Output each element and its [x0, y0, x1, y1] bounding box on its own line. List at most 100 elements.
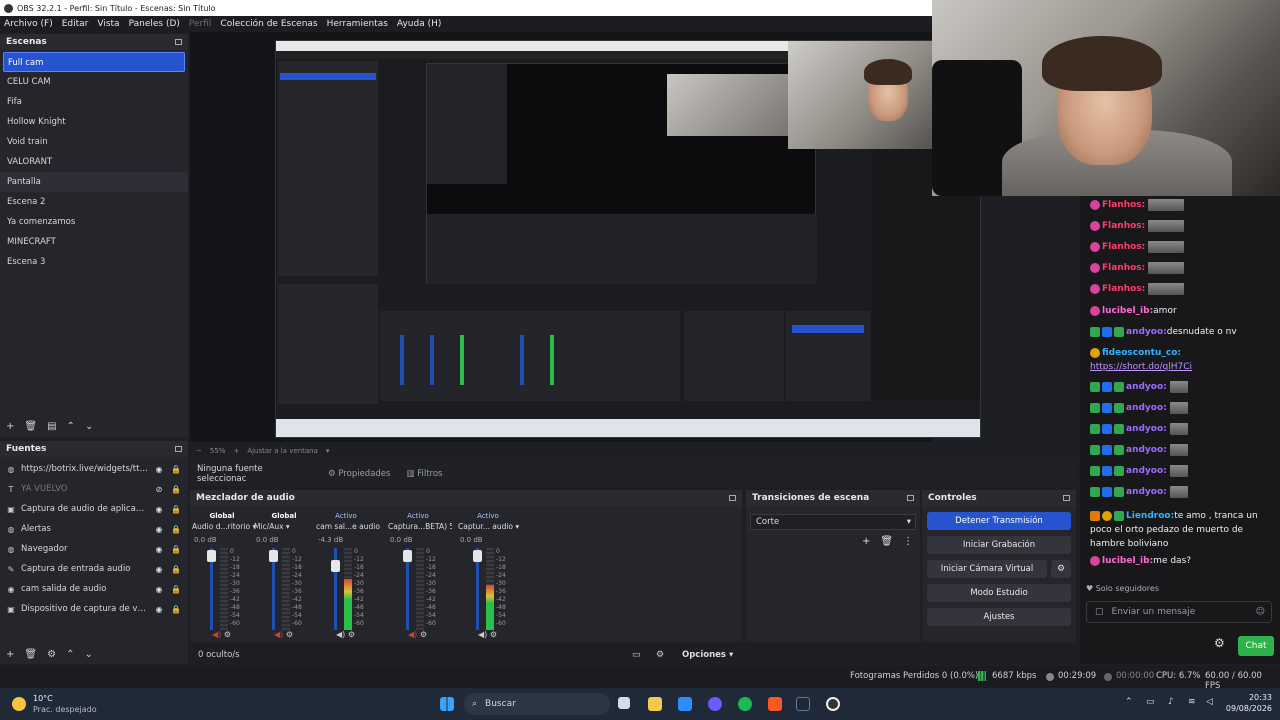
undock-icon[interactable]	[1063, 495, 1070, 501]
emoji-icon[interactable]: ☺	[1256, 607, 1265, 617]
network-icon[interactable]: ▭	[1146, 697, 1155, 707]
options-button[interactable]: Opciones ▾	[682, 650, 733, 660]
scene-item[interactable]: Escena 3	[0, 252, 188, 272]
control-button[interactable]: Iniciar Cámara Virtual	[927, 560, 1047, 578]
scene-item[interactable]: MINECRAFT	[0, 232, 188, 252]
green-badge-icon[interactable]	[1090, 486, 1100, 497]
lock-icon[interactable]: 🔒	[170, 525, 182, 534]
speaker-icon[interactable]: ◀)	[336, 630, 345, 639]
tray-chevron-icon[interactable]: ⌃	[1125, 697, 1133, 707]
source-item[interactable]: T YA VUELVO ⊘ 🔒	[0, 479, 188, 499]
obs-taskbar-icon[interactable]	[826, 697, 840, 711]
blue-badge-icon[interactable]	[1102, 326, 1112, 337]
scene-item[interactable]: Fifa	[0, 92, 188, 112]
lock-icon[interactable]: 🔒	[170, 545, 182, 554]
muted-speaker-icon[interactable]: ◀)	[408, 630, 417, 639]
wifi-icon[interactable]: ≋	[1188, 697, 1196, 707]
green-badge-icon[interactable]	[1114, 510, 1124, 521]
add-scene-button[interactable]: +	[6, 421, 14, 432]
steam-icon[interactable]	[796, 697, 810, 711]
mixer-settings-icon[interactable]: ⚙	[656, 650, 664, 660]
source-item[interactable]: ▣ Dispositivo de captura de video ◉ 🔒	[0, 599, 188, 619]
chat-username[interactable]: Flanhos:	[1102, 200, 1145, 210]
chat-username[interactable]: Flanhos:	[1102, 221, 1145, 231]
gold-badge-icon[interactable]	[1090, 347, 1100, 358]
pink-badge-icon[interactable]	[1090, 199, 1100, 210]
undock-icon[interactable]	[729, 495, 736, 501]
orange-badge-icon[interactable]	[1090, 510, 1100, 521]
source-item[interactable]: ◍ https://botrix.live/widgets/tts/? ◉ 🔒	[0, 459, 188, 479]
chat-button[interactable]: Chat	[1238, 636, 1274, 656]
lock-icon[interactable]: 🔒	[170, 485, 182, 494]
taskbar-search[interactable]: ⌕ Buscar	[464, 693, 610, 715]
menu-item[interactable]: Ayuda (H)	[397, 19, 441, 29]
scene-item[interactable]: CELU CAM	[0, 72, 188, 92]
eye-icon[interactable]: ◉	[153, 585, 165, 594]
chat-username[interactable]: lucibel_ib:	[1102, 556, 1153, 566]
gear-icon[interactable]: ⚙	[487, 630, 497, 639]
remove-transition-icon[interactable]: 🗑	[880, 536, 893, 547]
control-button[interactable]: Ajustes	[927, 608, 1071, 626]
green-badge-icon[interactable]	[1114, 465, 1124, 476]
source-item[interactable]: ▣ Captura de audio de aplicación (◉ 🔒	[0, 499, 188, 519]
chat-username[interactable]: andyoo:	[1126, 327, 1167, 337]
chevron-down-icon[interactable]: ▾	[326, 447, 330, 455]
chevron-down-icon[interactable]: ▾	[513, 522, 519, 531]
preview-canvas[interactable]	[275, 40, 981, 438]
gold-badge-icon[interactable]	[1102, 510, 1112, 521]
virtual-cam-settings-icon[interactable]: ⚙	[1051, 560, 1071, 578]
green-badge-icon[interactable]	[1114, 402, 1124, 413]
zoom-in-icon[interactable]: +	[233, 447, 239, 455]
transition-select[interactable]: Corte ▾	[750, 514, 916, 530]
control-button[interactable]: Iniciar Grabación	[927, 536, 1071, 554]
chat-username[interactable]: andyoo:	[1126, 445, 1167, 455]
chat-username[interactable]: andyoo:	[1126, 466, 1167, 476]
volume-slider-handle[interactable]	[473, 550, 482, 562]
eye-icon[interactable]: ◉	[153, 565, 165, 574]
green-badge-icon[interactable]	[1114, 486, 1124, 497]
blue-badge-icon[interactable]	[1102, 465, 1112, 476]
lock-icon[interactable]: 🔒	[170, 505, 182, 514]
source-item[interactable]: ◉ cam salida de audio ◉ 🔒	[0, 579, 188, 599]
blue-badge-icon[interactable]	[1102, 423, 1112, 434]
chat-username[interactable]: andyoo:	[1126, 487, 1167, 497]
lock-icon[interactable]: 🔒	[170, 585, 182, 594]
remove-scene-icon[interactable]: 🗑	[24, 421, 37, 432]
menu-item[interactable]: Vista	[97, 19, 119, 29]
control-button[interactable]: Modo Estudio	[927, 584, 1071, 602]
eye-icon[interactable]: ◉	[153, 545, 165, 554]
pink-badge-icon[interactable]	[1090, 555, 1100, 566]
spotify-icon[interactable]	[738, 697, 752, 711]
menu-item[interactable]: Editar	[62, 19, 89, 29]
remove-source-icon[interactable]: 🗑	[24, 649, 37, 660]
green-badge-icon[interactable]	[1114, 381, 1124, 392]
pink-badge-icon[interactable]	[1090, 283, 1100, 294]
green-badge-icon[interactable]	[1114, 444, 1124, 455]
undock-icon[interactable]	[907, 495, 914, 501]
pink-badge-icon[interactable]	[1090, 241, 1100, 252]
pink-badge-icon[interactable]	[1090, 262, 1100, 273]
gear-icon[interactable]: ⚙	[417, 630, 427, 639]
scene-item[interactable]: Hollow Knight	[0, 112, 188, 132]
lock-icon[interactable]: 🔒	[170, 565, 182, 574]
green-badge-icon[interactable]	[1090, 465, 1100, 476]
pink-badge-icon[interactable]	[1090, 305, 1100, 316]
eye-icon[interactable]: ◉	[153, 505, 165, 514]
muted-speaker-icon[interactable]: ◀)	[212, 630, 221, 639]
move-up-icon[interactable]: ⌃	[67, 421, 75, 432]
more-options-icon[interactable]: ⋮	[903, 536, 913, 547]
filters-button[interactable]: ▥ Filtros	[406, 469, 442, 479]
speaker-icon[interactable]: ◀)	[478, 630, 487, 639]
control-button[interactable]: Detener Transmisión	[927, 512, 1071, 530]
chat-username[interactable]: Flanhos:	[1102, 284, 1145, 294]
volume-icon[interactable]: ◁	[1206, 697, 1213, 707]
blue-badge-icon[interactable]	[1102, 444, 1112, 455]
task-view-icon[interactable]	[618, 697, 630, 709]
gear-icon[interactable]: ⚙	[221, 630, 231, 639]
volume-slider-handle[interactable]	[207, 550, 216, 562]
green-badge-icon[interactable]	[1114, 423, 1124, 434]
eye-off-icon[interactable]: ⊘	[153, 485, 165, 494]
muted-speaker-icon[interactable]: ◀)	[274, 630, 283, 639]
zoom-out-icon[interactable]: −	[196, 447, 202, 455]
volume-slider-handle[interactable]	[269, 550, 278, 562]
